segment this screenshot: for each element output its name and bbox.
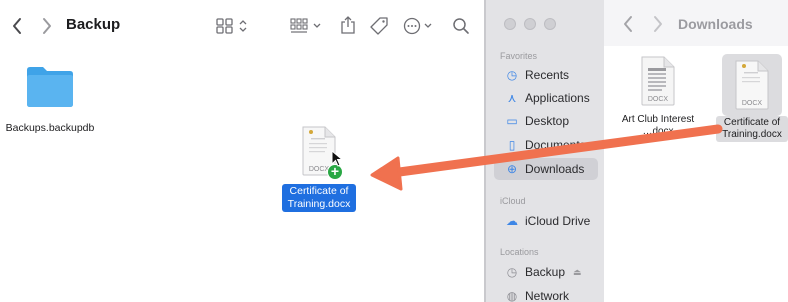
sidebar-item-label: Recents [525,68,570,82]
toolbar: Downloads [604,0,788,46]
share-icon [341,16,355,34]
finder-sidebar: Favorites ◷ Recents ⋏ Applications ▭ Des… [486,0,604,302]
sidebar-section-icloud: iCloud [500,196,526,206]
forward-button[interactable] [648,12,668,36]
chevron-right-icon [654,16,662,32]
file-type-label: DOCX [648,96,669,103]
minimize-window-button[interactable] [524,18,536,30]
sidebar-item-label: Documents [525,138,586,152]
forward-button[interactable] [36,12,58,40]
ellipsis-circle-icon [403,17,432,35]
clock-icon: ◷ [506,68,518,82]
sidebar-item-recents[interactable]: ◷ Recents [494,64,598,86]
sidebar-item-label: Downloads [525,162,585,176]
folder-icon [25,64,75,108]
group-button[interactable] [288,12,328,40]
globe-icon: ◍ [506,289,518,302]
chevron-left-icon [624,16,632,32]
sidebar-item-icloud-drive[interactable]: ☁ iCloud Drive [494,210,598,232]
sidebar-item-applications[interactable]: ⋏ Applications [494,87,598,109]
docx-file-icon: DOCX + [301,126,343,180]
sidebar-section-favorites: Favorites [500,51,538,61]
back-button[interactable] [618,12,638,36]
view-options-button[interactable] [214,12,254,40]
sidebar-item-downloads[interactable]: ⊕ Downloads [494,158,598,180]
file-name: Certificate of Training.docx [716,116,788,142]
folder-name: Backups.backupdb [5,122,95,134]
dragged-file[interactable]: DOCX + Certificate of Training.docx [282,126,356,212]
back-button[interactable] [6,12,28,40]
tag-button[interactable] [364,12,394,40]
file-name: Art Club Interest …docx [621,114,695,137]
sidebar-item-backup[interactable]: ◷ Backup ⏏ [494,261,598,283]
window-title: Downloads [678,16,753,32]
share-button[interactable] [334,10,362,40]
downloads-finder-window: Downloads DOCX Art Club Interest …docx D… [604,0,788,302]
docx-file-icon: DOCX [640,56,676,106]
tag-icon [370,17,388,35]
document-icon: ▯ [508,138,516,152]
close-window-button[interactable] [504,18,516,30]
file-certificate-of-training[interactable]: DOCX Certificate of Training.docx [716,52,788,142]
docx-file-icon: DOCX [734,60,770,110]
file-art-club-interest[interactable]: DOCX Art Club Interest …docx [616,56,700,138]
backup-finder-window: Backup Backups.backupdb DOCX + Certifica… [0,0,484,302]
sidebar-item-label: iCloud Drive [525,214,591,228]
sidebar-item-label: Applications [525,91,590,105]
chevron-right-icon [43,18,51,34]
sidebar-section-locations: Locations [500,247,539,257]
sidebar-item-documents[interactable]: ▯ Documents [494,134,598,156]
sidebar-item-label: Network [525,289,570,302]
sidebar-item-desktop[interactable]: ▭ Desktop [494,110,598,132]
backups-folder[interactable]: Backups.backupdb [2,64,98,135]
chevron-left-icon [13,18,21,34]
grid-view-icon [216,18,247,34]
group-icon [290,18,321,33]
sidebar-item-label: Desktop [525,114,570,128]
more-actions-button[interactable] [400,12,440,40]
zoom-window-button[interactable] [544,18,556,30]
file-type-label: DOCX [742,100,763,107]
desktop-icon: ▭ [506,114,518,128]
eject-icon[interactable]: ⏏ [573,267,582,278]
applications-icon: ⋏ [507,91,517,105]
search-button[interactable] [446,12,476,40]
dragged-file-name: Certificate of Training.docx [282,184,356,212]
sidebar-item-label: Backup [525,265,566,279]
sidebar-item-network[interactable]: ◍ Network [494,285,598,302]
search-icon [453,18,469,34]
mouse-pointer-icon [331,150,343,167]
download-icon: ⊕ [506,162,518,176]
clock-icon: ◷ [506,265,518,279]
cloud-icon: ☁ [506,214,518,228]
window-title: Backup [66,16,121,33]
